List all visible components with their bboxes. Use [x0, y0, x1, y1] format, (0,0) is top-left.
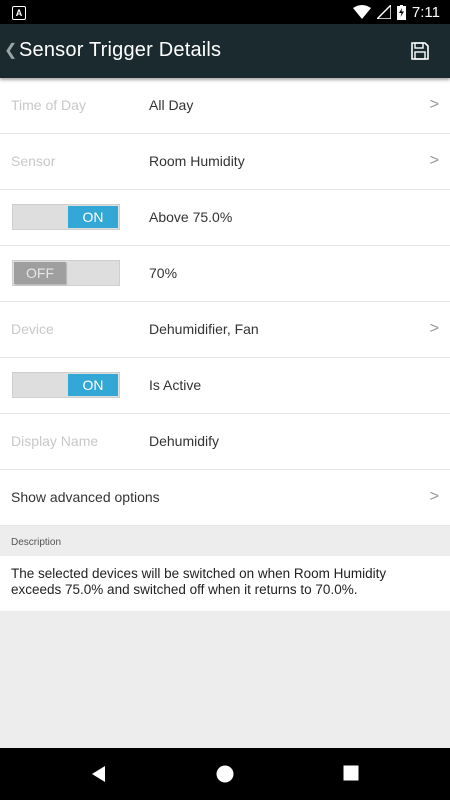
active-value: Is Active: [149, 377, 202, 393]
chevron-left-icon[interactable]: ❮: [4, 40, 17, 60]
time-of-day-row[interactable]: Time of Day All Day >: [0, 78, 450, 134]
battery-charging-icon: [396, 4, 406, 20]
back-triangle-icon[interactable]: [90, 765, 108, 783]
above-toggle[interactable]: ON: [12, 204, 120, 230]
sensor-label: Sensor: [11, 153, 56, 169]
below-threshold-row[interactable]: OFF 70%: [0, 246, 450, 302]
page-title: Sensor Trigger Details: [19, 39, 222, 61]
active-toggle-on: ON: [68, 374, 118, 396]
active-toggle[interactable]: ON: [12, 372, 120, 398]
chevron-right-icon: >: [429, 488, 439, 505]
chevron-right-icon: >: [429, 96, 439, 113]
trigger-settings-list: Time of Day All Day > Sensor Room Humidi…: [0, 78, 450, 611]
display-name-value: Dehumidify: [149, 433, 220, 449]
advanced-options-label: Show advanced options: [11, 489, 160, 505]
device-label: Device: [11, 321, 54, 337]
cell-signal-icon: [376, 5, 391, 19]
clock: 7:11: [411, 3, 440, 21]
status-icons: 7:11: [352, 0, 440, 24]
chevron-right-icon: >: [429, 320, 439, 337]
time-of-day-label: Time of Day: [11, 97, 86, 113]
chevron-right-icon: >: [429, 152, 439, 169]
below-toggle-off: OFF: [14, 262, 66, 284]
description-header: Description: [0, 526, 450, 556]
wifi-icon: [352, 5, 371, 19]
display-name-label: Display Name: [11, 433, 99, 449]
status-bar: A 7:11: [0, 0, 450, 24]
recents-square-icon[interactable]: [343, 765, 359, 781]
advanced-options-row[interactable]: Show advanced options >: [0, 470, 450, 526]
sensor-row[interactable]: Sensor Room Humidity >: [0, 134, 450, 190]
below-toggle[interactable]: OFF: [12, 260, 120, 286]
save-icon[interactable]: [410, 41, 430, 61]
above-toggle-on: ON: [68, 206, 118, 228]
display-name-row[interactable]: Display Name Dehumidify: [0, 414, 450, 470]
above-threshold-value: Above 75.0%: [149, 209, 233, 225]
time-of-day-value: All Day: [149, 97, 194, 113]
device-row[interactable]: Device Dehumidifier, Fan >: [0, 302, 450, 358]
description-header-label: Description: [11, 537, 62, 548]
sensor-value: Room Humidity: [149, 153, 245, 169]
device-value: Dehumidifier, Fan: [149, 321, 259, 337]
system-nav-bar: [0, 748, 450, 800]
below-threshold-value: 70%: [149, 265, 178, 281]
above-threshold-row[interactable]: ON Above 75.0%: [0, 190, 450, 246]
active-row[interactable]: ON Is Active: [0, 358, 450, 414]
home-circle-icon[interactable]: [216, 765, 234, 783]
description-text: The selected devices will be switched on…: [0, 556, 450, 611]
notification-a-icon: A: [12, 6, 26, 20]
app-bar: ❮ Sensor Trigger Details: [0, 24, 450, 78]
